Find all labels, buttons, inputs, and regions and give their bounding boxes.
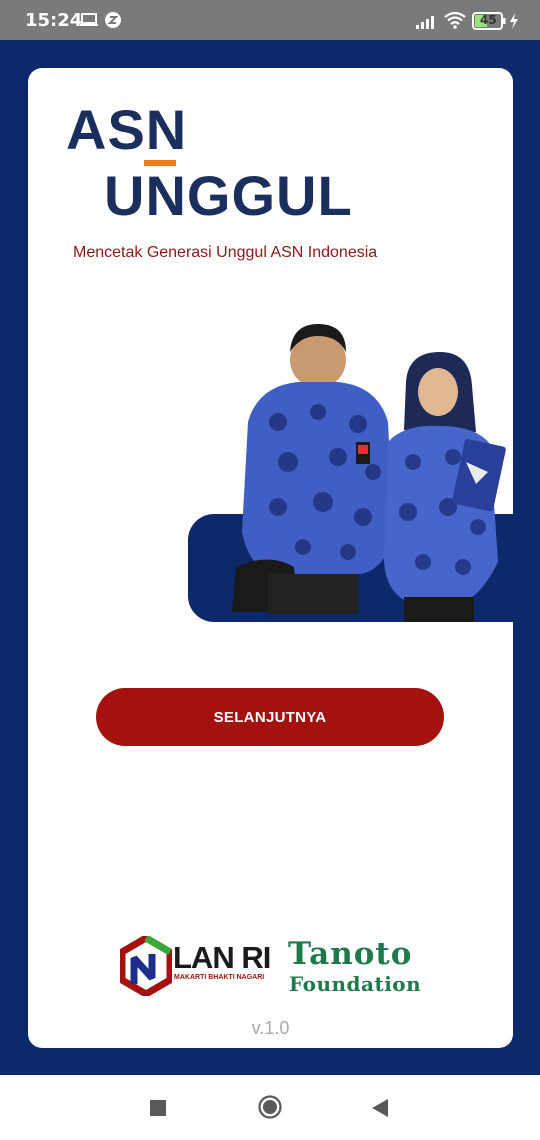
home-button[interactable]	[258, 1095, 282, 1119]
civil-servants-photo	[232, 324, 506, 622]
status-bar: 15:24 45	[0, 0, 540, 40]
lan-ri-logo-icon	[120, 936, 172, 996]
tanoto-logo-line1: Tanoto	[288, 936, 413, 972]
back-button[interactable]	[372, 1099, 388, 1117]
status-time: 15:24	[25, 10, 83, 31]
wifi-icon	[444, 11, 466, 29]
welcome-card: ASN UNGGUL Mencetak Generasi Unggul ASN …	[28, 68, 513, 1048]
recents-button[interactable]	[150, 1100, 166, 1116]
laptop-icon	[80, 13, 98, 26]
logo-unggul-text: UNGGUL	[104, 164, 353, 227]
z-app-icon	[105, 12, 121, 28]
lan-ri-motto: MAKARTI BHAKTI NAGARI	[174, 974, 265, 981]
logo-asn-text: ASN	[66, 98, 188, 161]
lan-ri-name: LAN RI	[173, 940, 271, 975]
next-button[interactable]: SELANJUTNYA	[96, 688, 444, 746]
battery-level: 45	[480, 13, 497, 27]
app-version: v.1.0	[251, 1018, 290, 1038]
charging-icon	[510, 13, 518, 29]
tanoto-logo-line2: Foundation	[289, 972, 422, 996]
app-screen: 15:24 45 ASN UNGGUL Mencetak Generasi Un…	[0, 0, 540, 1140]
signal-icon	[416, 16, 434, 29]
system-nav-bar	[0, 1075, 540, 1140]
tagline: Mencetak Generasi Unggul ASN Indonesia	[73, 244, 378, 261]
